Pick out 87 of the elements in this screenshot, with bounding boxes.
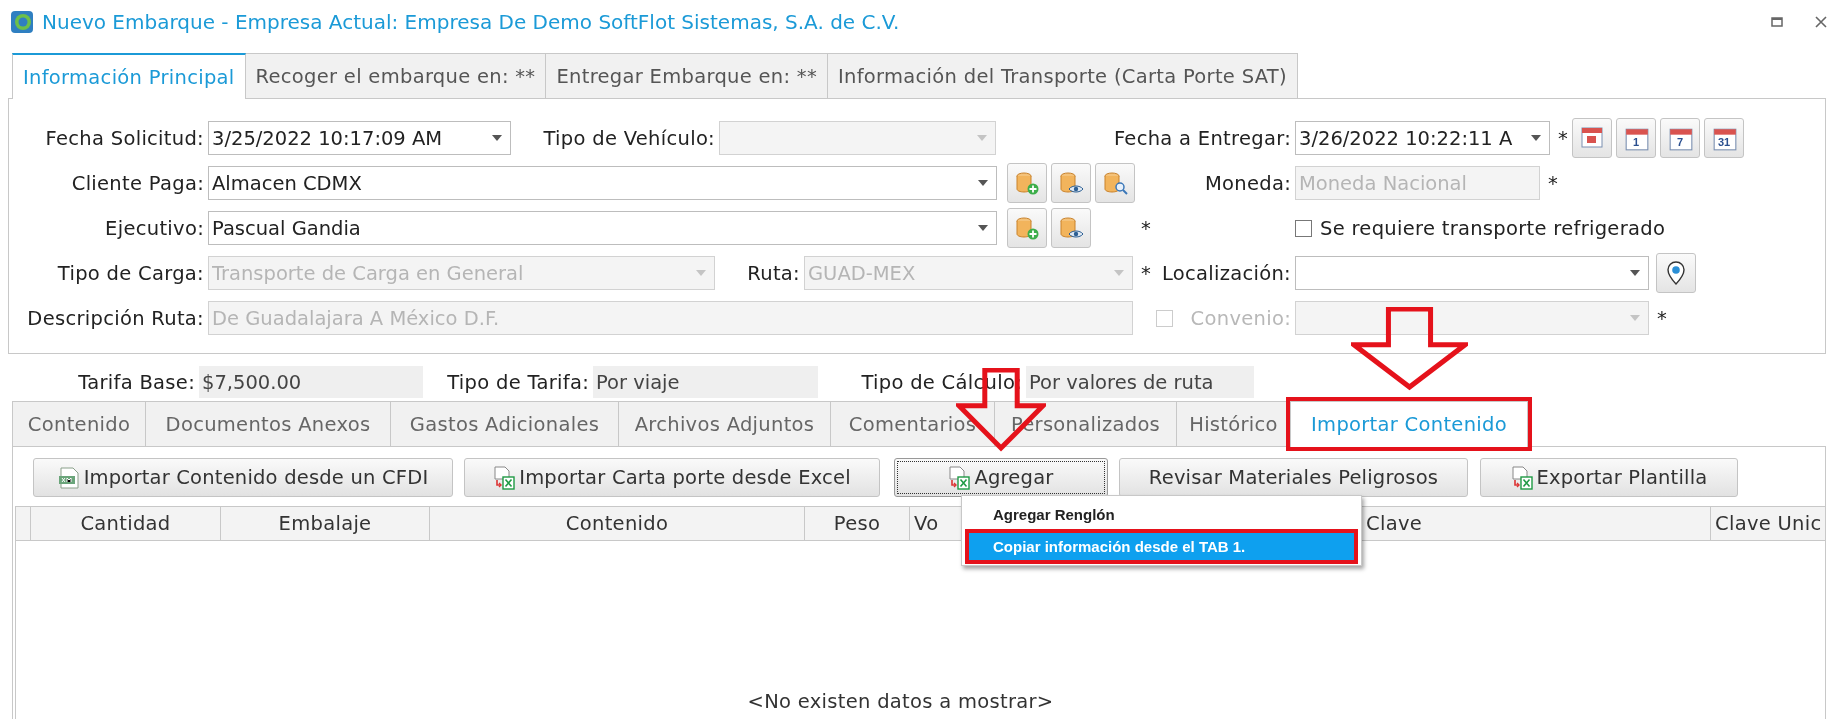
dropdown-caret-icon	[978, 180, 988, 186]
field-label: Tipo de Vehículo:	[542, 126, 716, 150]
tab[interactable]: Información del Transporte (Carta Porte SAT)	[826, 53, 1298, 98]
calendar-day-number: 1	[1632, 135, 1640, 150]
column-header[interactable]: Peso	[805, 507, 910, 540]
icon-button[interactable]	[1007, 163, 1047, 203]
excel-file-icon	[493, 465, 516, 490]
calendar-button[interactable]: 7	[1660, 118, 1700, 158]
location-button[interactable]	[1656, 253, 1696, 293]
calendar-day-number: 31	[1717, 135, 1731, 150]
icon-button[interactable]	[1051, 163, 1091, 203]
toolbar-button[interactable]: Importar Carta porte desde Excel	[464, 458, 880, 497]
checkbox-label: Se requiere transporte refrigerado	[1320, 216, 1666, 240]
dropdown-field[interactable]	[1295, 256, 1649, 290]
calendar-button[interactable]: 1	[1616, 118, 1656, 158]
dropdown-field[interactable]: Pascual Gandia	[208, 211, 997, 245]
column-header[interactable]: Contenido	[430, 507, 805, 540]
app-logo-icon	[10, 10, 34, 34]
menu-item[interactable]: Agregar Renglón	[969, 501, 1354, 528]
icon-button[interactable]	[1007, 208, 1047, 248]
dropdown-caret-icon	[492, 135, 502, 141]
dropdown-caret-icon	[1531, 135, 1541, 141]
database-view-icon	[1058, 170, 1084, 196]
field-label: Fecha Solicitud:	[44, 126, 205, 150]
excel-file-icon	[1510, 465, 1533, 490]
dropdown-caret-icon	[696, 270, 706, 276]
checkbox[interactable]	[1295, 219, 1312, 237]
empty-message: <No existen datos a mostrar>	[747, 690, 1054, 713]
calendar-day-number: 7	[1676, 135, 1684, 150]
field-label: Localización:	[1160, 261, 1292, 285]
dropdown-caret-icon	[1114, 270, 1124, 276]
calendar-icon	[1668, 126, 1694, 152]
column-header[interactable]: Clave Unic	[1711, 507, 1828, 540]
tab[interactable]: Comentarios	[830, 401, 995, 446]
icon-button[interactable]	[1051, 208, 1091, 248]
required-mark: *	[1656, 306, 1668, 330]
dropdown-caret-icon	[1630, 315, 1640, 321]
column-header[interactable]: Embalaje	[221, 507, 430, 540]
dropdown-field[interactable]: 3/26/2022 10:22:11 A	[1295, 121, 1550, 155]
field-label: Moneda:	[1203, 171, 1292, 195]
dropdown-caret-icon	[978, 225, 988, 231]
tab[interactable]: Archivos Adjuntos	[618, 401, 831, 446]
tab[interactable]: Gastos Adicionales	[390, 401, 619, 446]
toolbar-button[interactable]: Agregar	[894, 458, 1108, 497]
field-label: Ejecutivo:	[104, 216, 205, 240]
field-label: Fecha a Entregar:	[1112, 126, 1292, 150]
database-add-icon	[1014, 170, 1040, 196]
calendar-button[interactable]	[1572, 118, 1612, 158]
tab[interactable]: Recoger el embarque en: **	[244, 53, 547, 98]
readonly-field: Por valores de ruta	[1026, 366, 1254, 398]
excel-file-icon	[948, 465, 971, 490]
readonly-field: $7,500.00	[199, 366, 423, 398]
checkbox-label: Convenio:	[1190, 306, 1291, 330]
dropdown-field[interactable]: Almacen CDMX	[208, 166, 997, 200]
calendar-icon	[1624, 126, 1650, 152]
required-mark: *	[1557, 126, 1568, 150]
required-mark: *	[1141, 216, 1153, 240]
field-label: Tipo de Tarifa:	[446, 370, 590, 394]
xml-file-icon	[57, 465, 80, 490]
calendar-icon	[1580, 124, 1604, 150]
database-search-icon	[1102, 170, 1128, 196]
tab[interactable]: Entregar Embarque en: **	[545, 53, 828, 98]
window-title: Nuevo Embarque - Empresa Actual: Empresa De Demo SoftFlot Sistemas, S.A. de C.V.	[42, 10, 901, 34]
calendar-button[interactable]: 31	[1704, 118, 1744, 158]
required-mark: *	[1547, 171, 1560, 195]
field-label: Cliente Paga:	[70, 171, 205, 195]
column-header[interactable]: Cantidad	[31, 507, 221, 540]
field-label: Tarifa Base:	[77, 370, 196, 394]
field-label: Tipo de Carga:	[56, 261, 205, 285]
field-label: Ruta:	[746, 261, 801, 285]
dropdown-caret-icon	[977, 135, 987, 141]
database-view-icon	[1058, 215, 1084, 241]
readonly-field: Por viaje	[593, 366, 818, 398]
toolbar-button[interactable]: Exportar Plantilla	[1480, 458, 1738, 497]
required-mark: *	[1140, 261, 1151, 285]
maximize-icon	[1770, 15, 1784, 29]
close-icon	[1814, 15, 1828, 29]
toolbar-button[interactable]: Importar Contenido desde un CFDI	[33, 458, 453, 497]
dropdown-caret-icon	[1630, 270, 1640, 276]
field-label: Descripción Ruta:	[26, 306, 205, 330]
icon-button[interactable]	[1095, 163, 1135, 203]
tab[interactable]: Contenido	[12, 401, 146, 446]
dropdown-field[interactable]: 3/25/2022 10:17:09 AM	[208, 121, 511, 155]
calendar-icon	[1712, 126, 1738, 152]
toolbar-button[interactable]: Revisar Materiales Peligrosos	[1119, 458, 1468, 497]
database-add-icon	[1014, 215, 1040, 241]
tab[interactable]: Documentos Anexos	[145, 401, 391, 446]
